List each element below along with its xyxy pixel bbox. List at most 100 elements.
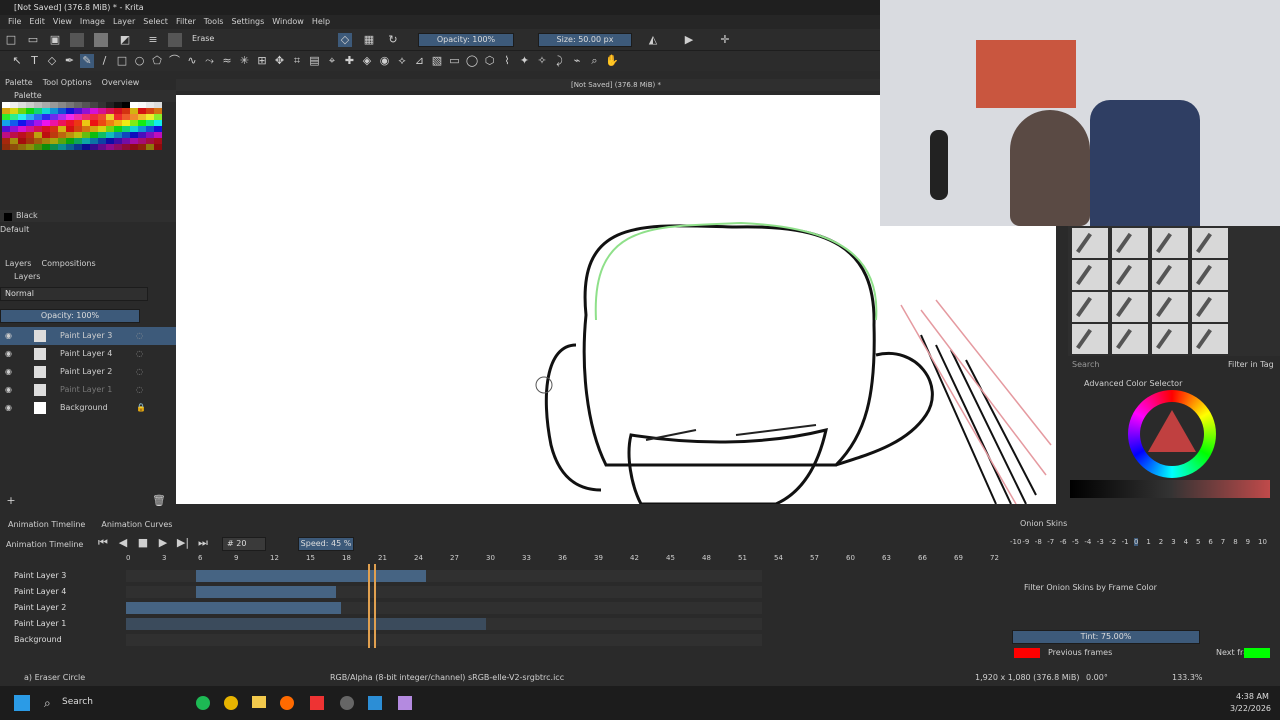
palette-swatch[interactable] [66,144,74,150]
spotify-icon[interactable] [196,696,210,710]
firefox-icon[interactable] [280,696,294,710]
alpha-lock-icon[interactable]: ◌ [136,381,143,399]
freehand-brush-tool-icon[interactable]: ✎ [80,54,94,68]
palette-swatch[interactable] [34,144,42,150]
palette-swatch[interactable] [18,144,26,150]
palette-swatch[interactable] [74,144,82,150]
delete-layer-icon[interactable]: 🗑 [152,494,166,508]
onion-frame-number[interactable]: -2 [1109,538,1116,546]
pattern-icon[interactable] [94,33,108,47]
wrap-around-icon[interactable]: ✛ [718,33,732,47]
palette-swatch[interactable] [122,144,130,150]
timeline-track[interactable] [126,634,762,646]
playhead[interactable] [368,564,376,648]
onion-frame-number[interactable]: 4 [1184,538,1188,546]
palette-swatch[interactable] [42,144,50,150]
play-icon[interactable]: ▶ [156,536,170,550]
palette-swatch[interactable] [2,144,10,150]
next-frames-color[interactable] [1244,648,1270,658]
onion-frame-number[interactable]: 8 [1233,538,1237,546]
menu-file[interactable]: File [4,15,25,29]
mirror-vertical-icon[interactable]: ▶ [682,33,696,47]
keyframe-span[interactable] [126,602,341,614]
first-frame-icon[interactable]: ⏮ [96,536,110,550]
onion-frame-number[interactable]: -10 [1010,538,1021,546]
color-gradient-bar[interactable] [1070,480,1270,498]
current-frame-field[interactable]: # 20 [222,537,266,551]
color-picker-tool-icon[interactable]: ⌖ [325,54,339,68]
menu-select[interactable]: Select [139,15,172,29]
ellipse-tool-icon[interactable]: ○ [133,54,147,68]
onion-frame-number[interactable]: -8 [1035,538,1042,546]
menu-image[interactable]: Image [76,15,109,29]
onion-frame-number[interactable]: 10 [1258,538,1267,546]
timeline-layer-row[interactable]: Paint Layer 2 [0,600,130,616]
brush-preset-thumbnail[interactable] [1192,292,1228,322]
freehand-select-tool-icon[interactable]: ⌇ [500,54,514,68]
alpha-lock-icon[interactable]: ◌ [136,363,143,381]
reload-preset-icon[interactable]: ↻ [386,33,400,47]
brush-preset-thumbnail[interactable] [1192,228,1228,258]
eraser-mode-icon[interactable]: ◇ [338,33,352,47]
onion-frame-number[interactable]: 6 [1208,538,1212,546]
onion-frame-number[interactable]: -1 [1122,538,1129,546]
smart-patch-tool-icon[interactable]: ✚ [343,54,357,68]
size-slider[interactable]: Size: 50.00 px [538,33,632,47]
visibility-eye-icon[interactable]: ◉ [5,381,12,399]
brush-preset-name[interactable]: Erase [188,33,328,47]
add-layer-icon[interactable]: + [4,494,18,508]
status-rotation[interactable]: 0.00° [1086,670,1108,686]
onion-frame-number[interactable]: 5 [1196,538,1200,546]
brush-preset-thumbnail[interactable] [1152,228,1188,258]
line-tool-icon[interactable]: / [98,54,112,68]
gradient-tool-icon[interactable]: ▤ [308,54,322,68]
tab-animation-curves[interactable]: Animation Curves [93,520,180,529]
crop-tool-icon[interactable]: ⌗ [290,54,304,68]
menu-layer[interactable]: Layer [109,15,139,29]
zoom-tool-icon[interactable]: ⌕ [588,54,602,68]
onion-frame-number[interactable]: 7 [1221,538,1225,546]
palette-swatch[interactable] [82,144,90,150]
brush-preset-thumbnail[interactable] [1112,292,1148,322]
text-tool-icon[interactable]: T [28,54,42,68]
visibility-eye-icon[interactable]: ◉ [5,327,12,345]
keyframe-span[interactable] [196,586,336,598]
onion-filter-label[interactable]: Filter Onion Skins by Frame Color [1024,582,1157,594]
menu-edit[interactable]: Edit [25,15,49,29]
dynamic-brush-tool-icon[interactable]: ≈ [220,54,234,68]
brush-preset-icon[interactable] [168,33,182,47]
layer-row[interactable]: ◉ Background 🔒 [0,399,176,417]
previous-frames-color[interactable] [1014,648,1040,658]
onion-frame-number[interactable]: -6 [1060,538,1067,546]
brush-preset-thumbnail[interactable] [1072,292,1108,322]
edit-shapes-tool-icon[interactable]: ◇ [45,54,59,68]
tab-overview[interactable]: Overview [97,76,145,90]
timeline-layer-row[interactable]: Paint Layer 1 [0,616,130,632]
brush-preset-thumbnail[interactable] [1152,260,1188,290]
onion-frame-number[interactable]: -4 [1084,538,1091,546]
multibrush-tool-icon[interactable]: ✳ [238,54,252,68]
krita-icon[interactable] [398,696,412,710]
palette-swatch[interactable] [130,144,138,150]
chrome-icon[interactable] [224,696,238,710]
palette-swatch[interactable] [90,144,98,150]
prev-frame-icon[interactable]: ◀ [116,536,130,550]
visibility-eye-icon[interactable]: ◉ [5,399,12,417]
polygon-tool-icon[interactable]: ⬠ [150,54,164,68]
magnetic-select-tool-icon[interactable]: ⌁ [570,54,584,68]
lock-icon[interactable]: 🔒 [136,399,146,417]
clock-time[interactable]: 4:38 AM [1236,692,1269,701]
visibility-eye-icon[interactable]: ◉ [5,345,12,363]
enclosed-fill-tool-icon[interactable]: ◉ [378,54,392,68]
tint-slider[interactable]: Tint: 75.00% [1012,630,1200,644]
blend-mode-select[interactable]: Normal [0,287,148,301]
contiguous-select-tool-icon[interactable]: ✦ [518,54,532,68]
alpha-lock-icon[interactable]: ◌ [136,345,143,363]
palette-swatch[interactable] [10,144,18,150]
onion-frame-number[interactable]: -9 [1022,538,1029,546]
open-document-icon[interactable]: ▭ [26,33,40,47]
tab-animation-timeline[interactable]: Animation Timeline [0,520,93,529]
timeline-layer-row[interactable]: Background [0,632,130,648]
timeline-layer-row[interactable]: Paint Layer 3 [0,568,130,584]
calligraphy-tool-icon[interactable]: ✒ [63,54,77,68]
